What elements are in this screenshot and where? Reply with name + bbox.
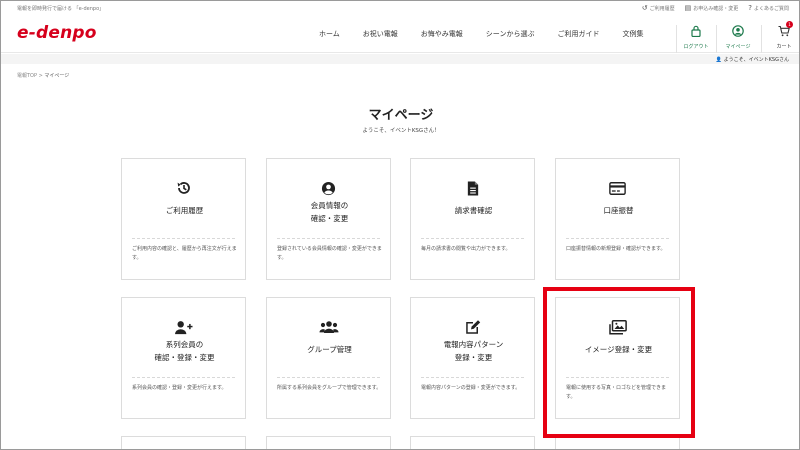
top-link-history[interactable]: ↺ ご利用履歴 [642, 4, 675, 12]
card-description: 登録されている会員情報の確認・変更ができます。 [277, 246, 382, 261]
edit-icon [411, 318, 534, 336]
logout-button[interactable]: ログアウト [682, 25, 710, 50]
breadcrumb-separator: > [38, 73, 43, 79]
card-title: 系列会員の 確認・登録・変更 [154, 340, 215, 362]
card-affiliate-members[interactable]: 系列会員の 確認・登録・変更 系列会員の確認・登録・変更が行えます。 [121, 297, 246, 419]
mypage-label: マイページ [725, 44, 751, 50]
card-partial[interactable] [121, 436, 246, 449]
card-divider [277, 377, 380, 378]
card-description: 口座振替情報の新規登録・確認ができます。 [566, 246, 666, 252]
site-tagline: 電報を即時発行で届ける 「e-denpo」 [17, 6, 105, 12]
lock-icon [682, 25, 710, 40]
card-usage-history[interactable]: ご利用履歴 ご利用内容の確認と、履歴から再注文が行えます。 [121, 158, 246, 280]
top-link-label: お申込み確認・変更 [693, 5, 739, 12]
welcome-bar: 👤 ようこそ、イベントKSGさん [1, 54, 799, 64]
nav-condolence[interactable]: お悔やみ電報 [421, 29, 463, 39]
top-bar: 電報を即時発行で届ける 「e-denpo」 ↺ ご利用履歴 ▤ お申込み確認・変… [1, 1, 799, 13]
top-link-orders[interactable]: ▤ お申込み確認・変更 [685, 4, 739, 12]
question-icon: ? [748, 4, 752, 12]
logout-label: ログアウト [683, 44, 709, 50]
user-icon: 👤 [715, 57, 723, 63]
card-group-management[interactable]: グループ管理 所属する系列会員をグループで管理できます。 [266, 297, 391, 419]
header: e-denpo ホーム お祝い電報 お悔やみ電報 シーンから選ぶ ご利用ガイド … [1, 13, 799, 53]
card-description: 系列会員の確認・登録・変更が行えます。 [132, 385, 227, 391]
divider [716, 25, 717, 53]
card-title: 会員情報の 確認・変更 [310, 201, 349, 223]
top-link-faq[interactable]: ? よくあるご質問 [748, 4, 789, 12]
card-divider [421, 377, 524, 378]
page-title: マイページ [368, 108, 434, 123]
breadcrumb-home[interactable]: 電報TOP [17, 73, 37, 79]
card-divider [566, 238, 669, 239]
card-divider [132, 238, 235, 239]
card-description: 所属する系列会員をグループで管理できます。 [277, 385, 382, 391]
divider [676, 25, 677, 53]
card-invoice[interactable]: 請求書確認 毎月の請求書の閲覧や出力ができます。 [410, 158, 535, 280]
card-title: 口座振替 [603, 206, 634, 215]
nav-celebration[interactable]: お祝い電報 [363, 29, 398, 39]
card-title: 請求書確認 [454, 206, 493, 215]
card-partial[interactable] [410, 436, 535, 449]
history-icon [122, 179, 245, 197]
page-subtitle: ようこそ、イベントKSGさん！ [362, 128, 440, 134]
card-message-patterns[interactable]: 電報内容パターン 登録・変更 電報内容パターンの登録・変更ができます。 [410, 297, 535, 419]
cart-button[interactable]: 1 カート [774, 21, 794, 50]
invoice-icon [411, 179, 534, 197]
top-links: ↺ ご利用履歴 ▤ お申込み確認・変更 ? よくあるご質問 [642, 4, 789, 12]
breadcrumb: 電報TOP > マイページ [17, 72, 69, 79]
card-divider [421, 238, 524, 239]
history-icon: ↺ [641, 4, 648, 12]
welcome-text: 👤 ようこそ、イベントKSGさん [716, 56, 789, 63]
card-member-info[interactable]: 会員情報の 確認・変更 登録されている会員情報の確認・変更ができます。 [266, 158, 391, 280]
card-title: 電報内容パターン 登録・変更 [443, 340, 504, 362]
card-title: ご利用履歴 [165, 206, 204, 215]
user-circle-icon [267, 179, 390, 197]
card-partial[interactable] [555, 436, 680, 449]
card-description: ご利用内容の確認と、履歴から再注文が行えます。 [132, 246, 237, 261]
highlight-box [543, 287, 695, 438]
main-nav: ホーム お祝い電報 お悔やみ電報 シーンから選ぶ ご利用ガイド 文例集 [319, 29, 666, 39]
divider [761, 25, 762, 53]
document-icon: ▤ [684, 4, 692, 12]
card-description: 毎月の請求書の閲覧や出力ができます。 [421, 246, 511, 252]
top-link-label: よくあるご質問 [753, 5, 789, 12]
breadcrumb-current: マイページ [44, 73, 70, 79]
cart-count-badge: 1 [786, 21, 793, 28]
welcome-label: ようこそ、イベントKSGさん [723, 57, 789, 63]
credit-card-icon [556, 179, 679, 197]
top-link-label: ご利用履歴 [649, 5, 675, 12]
nav-examples[interactable]: 文例集 [622, 29, 643, 39]
card-title: グループ管理 [307, 345, 352, 354]
card-description: 電報内容パターンの登録・変更ができます。 [421, 385, 521, 391]
user-plus-icon [122, 318, 245, 336]
page-frame: 電報を即時発行で届ける 「e-denpo」 ↺ ご利用履歴 ▤ お申込み確認・変… [0, 0, 800, 450]
mypage-button[interactable]: マイページ [724, 25, 752, 50]
card-divider [277, 238, 380, 239]
group-icon [267, 318, 390, 336]
cart-label: カート [776, 44, 792, 50]
nav-guide[interactable]: ご利用ガイド [557, 29, 599, 39]
card-bank-transfer[interactable]: 口座振替 口座振替情報の新規登録・確認ができます。 [555, 158, 680, 280]
card-partial[interactable] [266, 436, 391, 449]
nav-home[interactable]: ホーム [319, 29, 340, 39]
user-circle-icon [724, 25, 752, 40]
nav-scenes[interactable]: シーンから選ぶ [486, 29, 535, 39]
site-logo[interactable]: e-denpo [17, 23, 97, 43]
card-divider [132, 377, 235, 378]
